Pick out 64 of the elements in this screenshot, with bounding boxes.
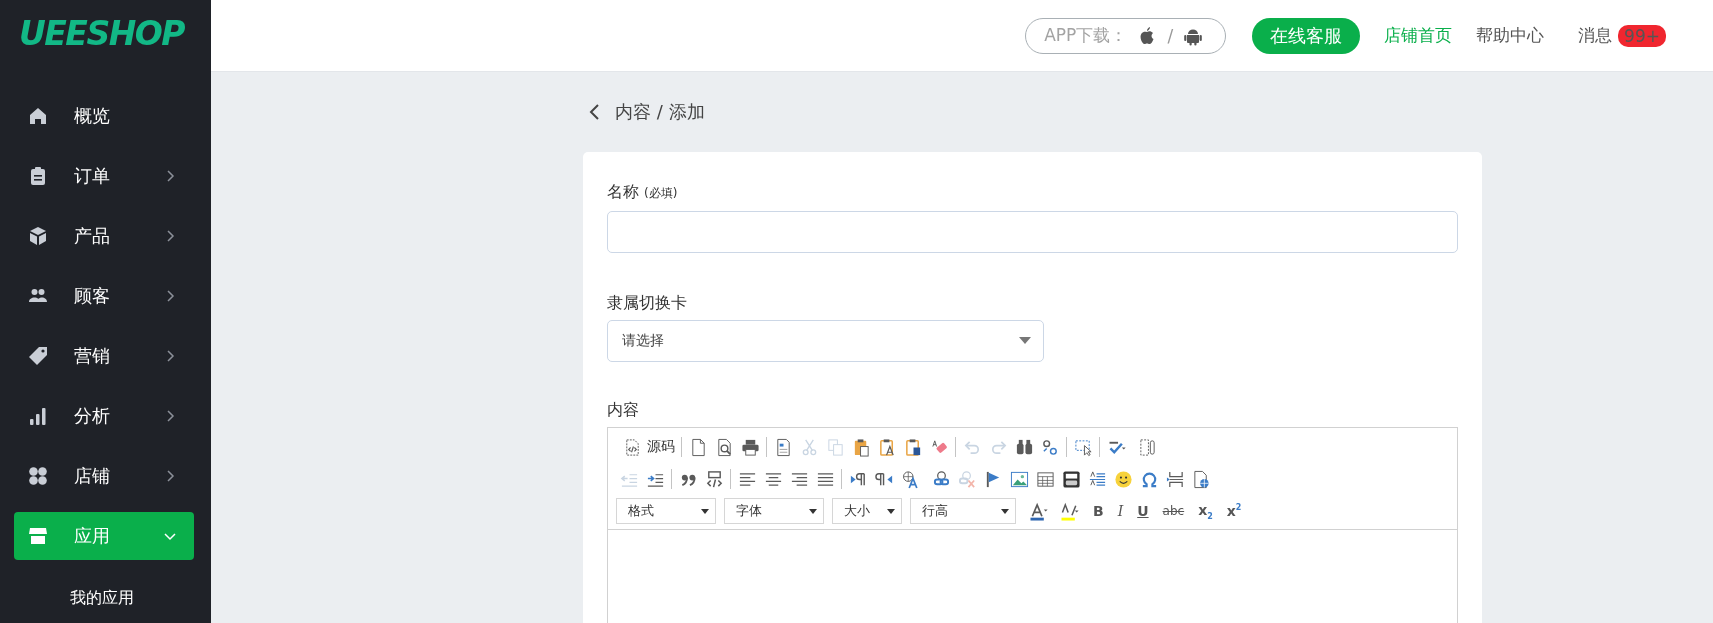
header-link[interactable]: 帮助中心: [1476, 24, 1545, 47]
back-icon[interactable]: [589, 103, 601, 121]
dropdown[interactable]: 字体: [724, 498, 824, 524]
dropdown[interactable]: 大小: [832, 498, 902, 524]
image-icon[interactable]: [1009, 469, 1029, 489]
tag-icon: [28, 346, 48, 366]
source-button[interactable]: 源码: [616, 437, 678, 457]
sidebar-item[interactable]: 产品: [14, 212, 194, 260]
chevron-icon: [164, 410, 176, 422]
messages-link[interactable]: 消息: [1578, 24, 1613, 47]
sidebar-item[interactable]: 营销: [14, 332, 194, 380]
field-label: 内容: [607, 400, 639, 421]
chevron-icon: [164, 170, 176, 182]
cube-icon: [28, 226, 48, 246]
sidebar-item[interactable]: 店铺: [14, 452, 194, 500]
caret-icon: [1019, 337, 1031, 345]
binoculars-icon[interactable]: [1014, 437, 1034, 457]
field-label: 隶属切换卡: [607, 293, 687, 314]
grid-icon: [28, 466, 48, 486]
div-container-icon[interactable]: [704, 469, 724, 489]
italic-button[interactable]: I: [1112, 503, 1129, 519]
sidebar-item[interactable]: 订单: [14, 152, 194, 200]
sidebar-item[interactable]: 概览: [14, 92, 194, 140]
chevron-icon: [164, 290, 176, 302]
smiley-icon[interactable]: [1113, 469, 1133, 489]
bold-button[interactable]: B: [1088, 503, 1109, 519]
superscript-button[interactable]: x$^{2}$: [1221, 503, 1247, 519]
separator-text: /: [1167, 25, 1174, 46]
page-globe-icon[interactable]: [1191, 469, 1211, 489]
store-icon: [28, 526, 48, 546]
tab-select-dropdown[interactable]: 请选择: [607, 320, 1044, 362]
show-blocks-icon[interactable]: [1137, 437, 1157, 457]
clipboard-document-icon[interactable]: [903, 437, 923, 457]
dropdown[interactable]: 行高: [910, 498, 1016, 524]
app-download-label: APP下载：: [1044, 24, 1128, 47]
dropdown[interactable]: 格式: [616, 498, 716, 524]
strikethrough-button[interactable]: abc: [1157, 504, 1190, 518]
select-all-icon[interactable]: [1073, 437, 1093, 457]
submenu-item[interactable]: 我的应用: [70, 588, 134, 609]
clipboard-letter-icon[interactable]: [877, 437, 897, 457]
logo: UEESHOP: [19, 17, 184, 50]
subscript-button[interactable]: x$_{2}$: [1193, 501, 1218, 521]
caret-icon: [809, 508, 817, 514]
name-input-field[interactable]: [607, 211, 1458, 253]
chevron-icon: [164, 230, 176, 242]
caret-icon: [887, 508, 895, 514]
count-badge: 99+: [1618, 24, 1666, 47]
underline-button[interactable]: U: [1132, 503, 1154, 519]
table-icon[interactable]: [1035, 469, 1055, 489]
chevron-icon: [164, 470, 176, 482]
clipboard-icon: [28, 166, 48, 186]
field-label: 名称 (必填): [607, 182, 678, 203]
caret-icon: [701, 508, 709, 514]
page-break-icon[interactable]: [1165, 469, 1185, 489]
sidebar-item[interactable]: 分析: [14, 392, 194, 440]
chevron-icon: [164, 350, 176, 362]
sidebar-item[interactable]: 顾客: [14, 272, 194, 320]
breadcrumb: 内容 / 添加: [615, 100, 705, 124]
caret-icon: [1001, 508, 1009, 514]
house-icon: [28, 106, 48, 126]
printer-icon[interactable]: [740, 437, 760, 457]
bar-chart-icon: [28, 406, 48, 426]
chevron-icon: [164, 530, 176, 542]
line-spacing-icon[interactable]: [1087, 469, 1107, 489]
